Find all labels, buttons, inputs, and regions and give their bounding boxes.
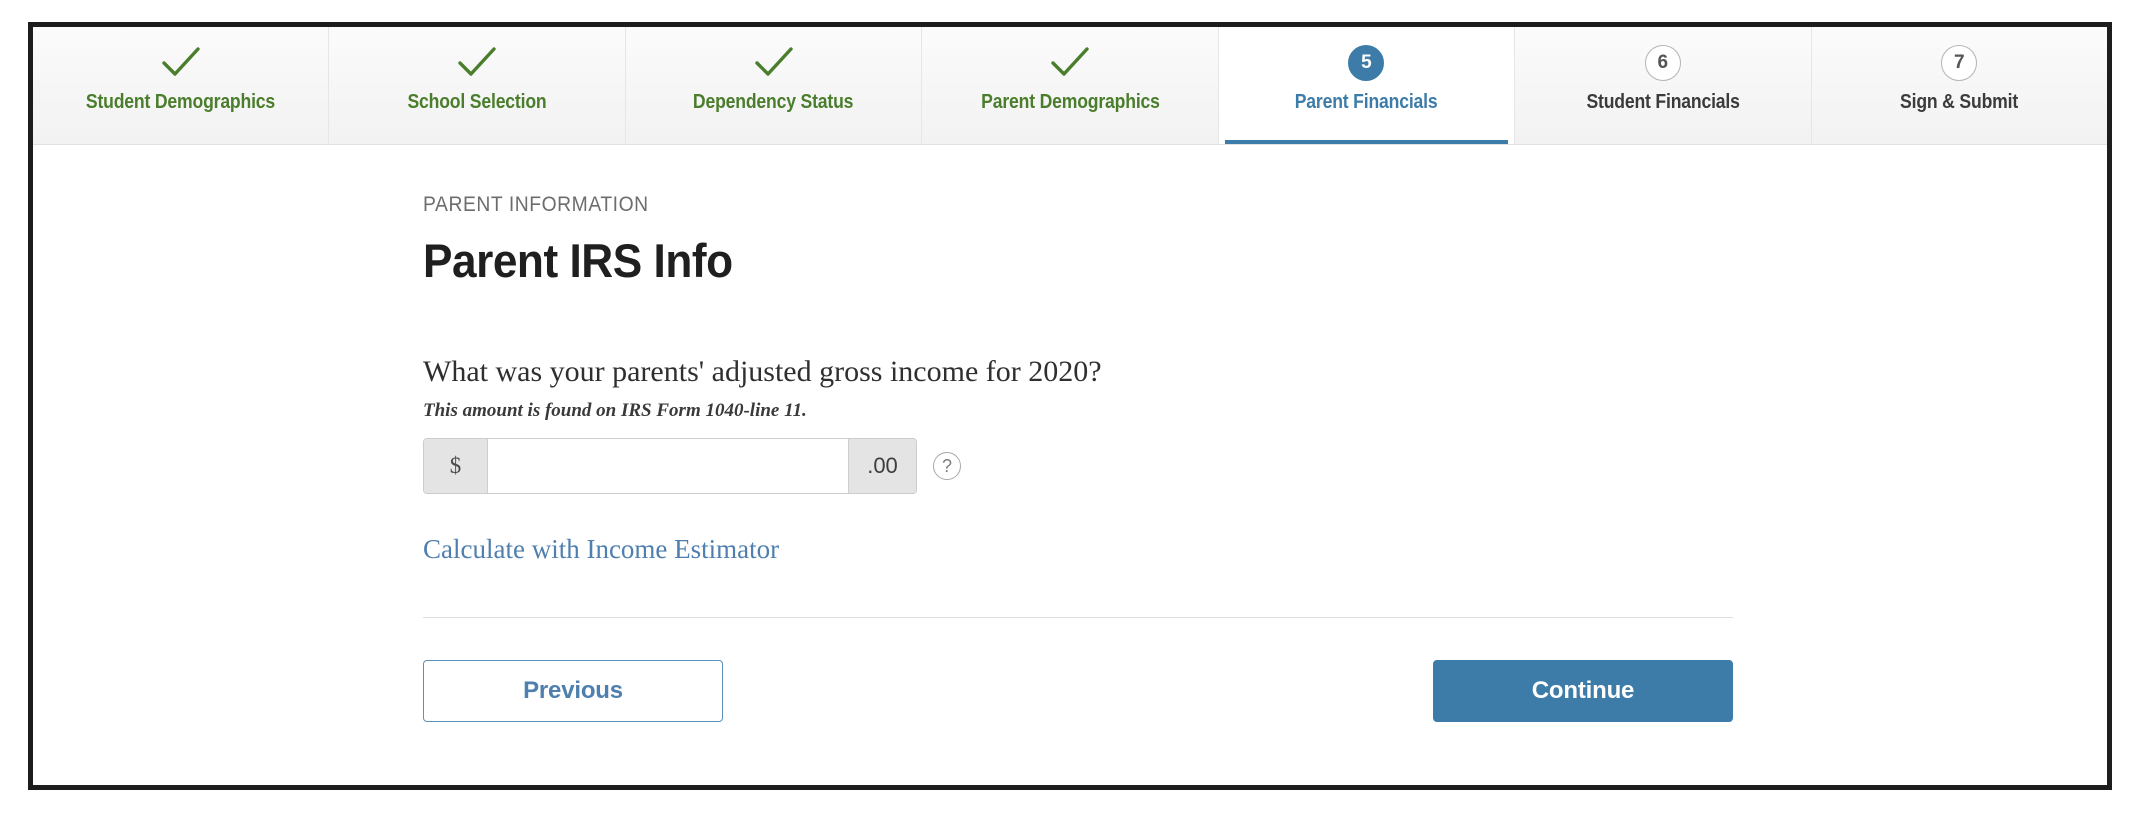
question-helper-text: This amount is found on IRS Form 1040-li… (423, 400, 807, 421)
question-text: What was your parents' adjusted gross in… (423, 355, 1102, 388)
step-label: Student Financials (1586, 91, 1740, 113)
step-label: Parent Financials (1295, 91, 1438, 113)
currency-input-group: $ .00 (423, 438, 917, 494)
step-marker (457, 41, 497, 85)
step-marker: 7 (1941, 41, 1978, 85)
step-tab-student-demographics[interactable]: Student Demographics (33, 27, 330, 144)
question-mark-icon[interactable]: ? (933, 452, 961, 480)
step-marker (161, 41, 201, 85)
step-tab-dependency-status[interactable]: Dependency Status (625, 27, 923, 144)
screenshot-root: Student Demographics School Selection De… (0, 0, 2140, 820)
page-title: Parent IRS Info (423, 234, 733, 287)
step-marker (754, 41, 794, 85)
main-content: PARENT INFORMATION Parent IRS Info What … (33, 145, 2107, 722)
step-tab-school-selection[interactable]: School Selection (329, 27, 626, 144)
step-label: Sign & Submit (1900, 91, 2019, 113)
step-label: Dependency Status (693, 91, 854, 113)
browser-frame: Student Demographics School Selection De… (28, 22, 2112, 790)
content-column: PARENT INFORMATION Parent IRS Info What … (423, 193, 1733, 722)
step-tab-sign-and-submit[interactable]: 7 Sign & Submit (1811, 27, 2107, 144)
step-marker (1050, 41, 1090, 85)
step-marker: 6 (1644, 41, 1681, 85)
step-number-badge: 6 (1644, 45, 1681, 81)
check-icon (458, 47, 496, 76)
previous-button[interactable]: Previous (423, 660, 723, 722)
step-label: Parent Demographics (980, 91, 1160, 113)
step-tab-parent-financials[interactable]: 5 Parent Financials (1218, 27, 1516, 144)
step-number-badge: 5 (1348, 45, 1385, 81)
step-label: School Selection (407, 91, 547, 113)
adjusted-gross-income-input[interactable] (488, 439, 848, 493)
check-icon (754, 47, 793, 76)
cents-suffix: .00 (848, 439, 916, 493)
check-icon (162, 47, 200, 76)
section-eyebrow: PARENT INFORMATION (423, 193, 649, 216)
check-icon (1051, 47, 1089, 76)
step-tab-student-financials[interactable]: 6 Student Financials (1515, 27, 1812, 144)
step-marker: 5 (1348, 41, 1385, 85)
step-number-badge: 7 (1941, 45, 1978, 81)
step-tab-parent-demographics[interactable]: Parent Demographics (922, 27, 1219, 144)
income-field-row: $ .00 ? (423, 438, 1733, 494)
step-label: Student Demographics (86, 91, 276, 113)
income-estimator-link[interactable]: Calculate with Income Estimator (423, 534, 779, 565)
continue-button[interactable]: Continue (1433, 660, 1733, 722)
progress-stepper: Student Demographics School Selection De… (33, 27, 2107, 145)
dollar-sign-prefix: $ (424, 439, 488, 493)
form-actions: Previous Continue (423, 660, 1733, 722)
section-divider (423, 617, 1733, 618)
